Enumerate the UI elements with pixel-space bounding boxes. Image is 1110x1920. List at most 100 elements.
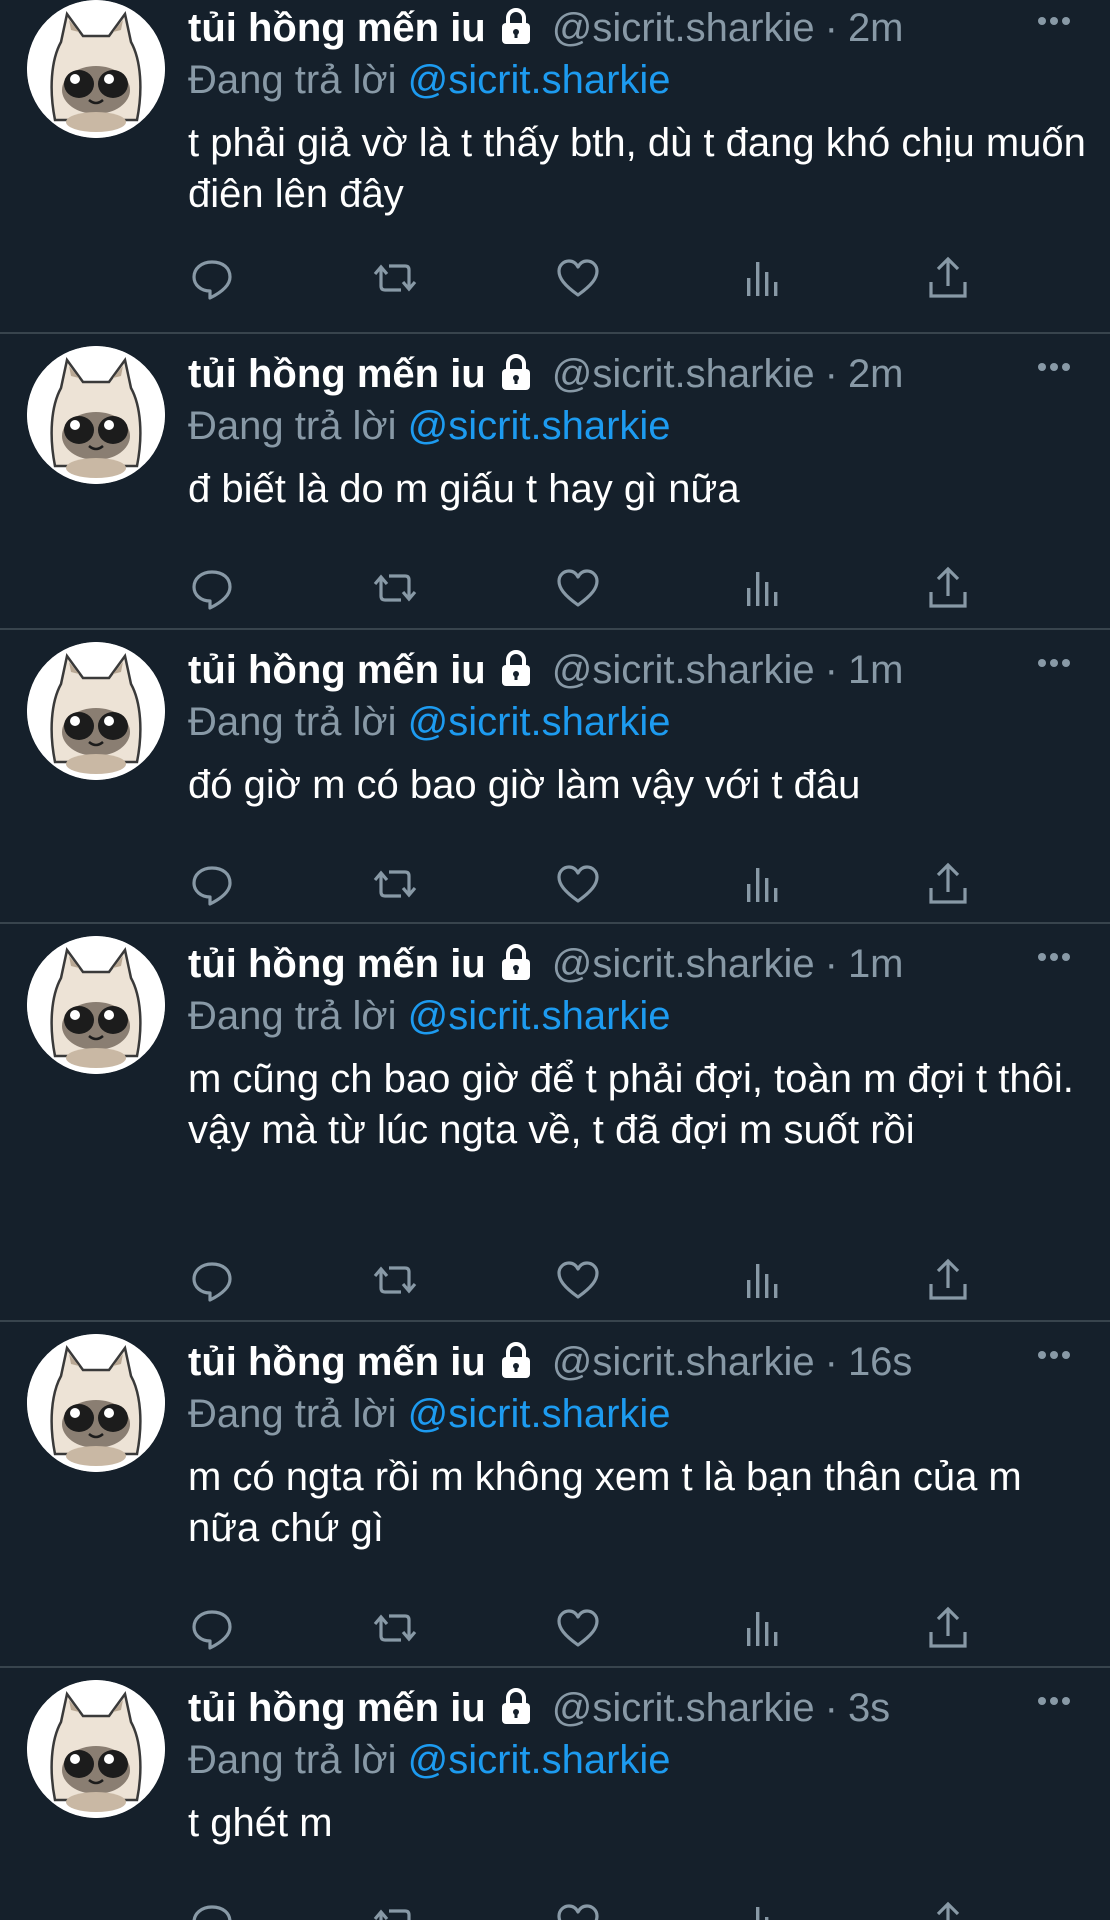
user-handle[interactable]: @sicrit.sharkie <box>552 6 815 50</box>
share-button[interactable] <box>924 1604 972 1652</box>
timestamp[interactable]: 1m <box>848 648 904 692</box>
reply-button[interactable] <box>188 1604 236 1652</box>
share-button[interactable] <box>924 1256 972 1304</box>
share-button[interactable] <box>924 1899 972 1920</box>
retweet-button[interactable] <box>371 254 419 302</box>
heart-icon <box>554 1604 602 1652</box>
reply-button[interactable] <box>188 1256 236 1304</box>
user-handle[interactable]: @sicrit.sharkie <box>552 1686 815 1730</box>
tweet-header: tủi hồng mến iu @sicrit.sharkie · 2m <box>188 2 1050 54</box>
share-button[interactable] <box>924 564 972 612</box>
lock-icon <box>496 1686 536 1726</box>
avatar[interactable] <box>27 1680 165 1818</box>
reply-thread-feed: tủi hồng mến iu @sicrit.sharkie · 2m Đang tr… <box>0 0 1110 1920</box>
user-handle[interactable]: @sicrit.sharkie <box>552 648 815 692</box>
reply-prefix: Đang trả lời <box>188 58 397 102</box>
reply-icon <box>188 564 236 612</box>
retweet-button[interactable] <box>371 1604 419 1652</box>
share-icon <box>924 1899 972 1920</box>
replying-to: Đang trả lời @sicrit.sharkie <box>188 696 671 748</box>
timestamp[interactable]: 2m <box>848 352 904 396</box>
reply-mention-link[interactable]: @sicrit.sharkie <box>408 58 671 102</box>
reply-prefix: Đang trả lời <box>188 1392 397 1436</box>
reply-mention-link[interactable]: @sicrit.sharkie <box>408 700 671 744</box>
reply-mention-link[interactable]: @sicrit.sharkie <box>408 1738 671 1782</box>
display-name[interactable]: tủi hồng mến iu <box>188 1340 486 1384</box>
more-options-button[interactable] <box>1036 1348 1072 1362</box>
more-options-button[interactable] <box>1036 360 1072 374</box>
reply-button[interactable] <box>188 860 236 908</box>
replying-to: Đang trả lời @sicrit.sharkie <box>188 1388 671 1440</box>
display-name[interactable]: tủi hồng mến iu <box>188 6 486 50</box>
display-name[interactable]: tủi hồng mến iu <box>188 1686 486 1730</box>
more-options-button[interactable] <box>1036 950 1072 964</box>
tweet-reply[interactable]: tủi hồng mến iu @sicrit.sharkie · 2m Đang tr… <box>0 0 1110 334</box>
retweet-button[interactable] <box>371 860 419 908</box>
reply-mention-link[interactable]: @sicrit.sharkie <box>408 1392 671 1436</box>
heart-icon <box>554 1256 602 1304</box>
tweet-text: đó giờ m có bao giờ làm vậy với t đâu <box>188 763 861 807</box>
tweet-reply[interactable]: tủi hồng mến iu @sicrit.sharkie · 1m Đang tr… <box>0 630 1110 924</box>
views-icon <box>739 254 787 302</box>
share-icon <box>924 1604 972 1652</box>
more-options-button[interactable] <box>1036 14 1072 28</box>
share-button[interactable] <box>924 860 972 908</box>
like-button[interactable] <box>554 564 602 612</box>
like-button[interactable] <box>554 1899 602 1920</box>
retweet-button[interactable] <box>371 564 419 612</box>
like-button[interactable] <box>554 860 602 908</box>
avatar[interactable] <box>27 346 165 484</box>
display-name[interactable]: tủi hồng mến iu <box>188 648 486 692</box>
reply-mention-link[interactable]: @sicrit.sharkie <box>408 994 671 1038</box>
avatar[interactable] <box>27 1334 165 1472</box>
timestamp[interactable]: 2m <box>848 6 904 50</box>
tweet-reply[interactable]: tủi hồng mến iu @sicrit.sharkie · 2m Đang tr… <box>0 334 1110 630</box>
share-button[interactable] <box>924 254 972 302</box>
tweet-actions <box>188 254 988 304</box>
display-name[interactable]: tủi hồng mến iu <box>188 942 486 986</box>
reply-prefix: Đang trả lời <box>188 1738 397 1782</box>
heart-icon <box>554 860 602 908</box>
lock-icon <box>496 6 536 46</box>
reply-icon <box>188 860 236 908</box>
tweet-text: m có ngta rồi m không xem t là bạn thân … <box>188 1455 1022 1550</box>
user-handle[interactable]: @sicrit.sharkie <box>552 942 815 986</box>
views-button[interactable] <box>739 860 787 908</box>
retweet-button[interactable] <box>371 1899 419 1920</box>
replying-to: Đang trả lời @sicrit.sharkie <box>188 990 671 1042</box>
views-button[interactable] <box>739 1899 787 1920</box>
timestamp[interactable]: 16s <box>848 1340 913 1384</box>
more-options-button[interactable] <box>1036 1694 1072 1708</box>
share-icon <box>924 1256 972 1304</box>
display-name[interactable]: tủi hồng mến iu <box>188 352 486 396</box>
user-handle[interactable]: @sicrit.sharkie <box>552 1340 815 1384</box>
retweet-icon <box>371 1604 419 1652</box>
like-button[interactable] <box>554 1604 602 1652</box>
views-button[interactable] <box>739 1604 787 1652</box>
tweet-reply[interactable]: tủi hồng mến iu @sicrit.sharkie · 16s Đang t… <box>0 1322 1110 1668</box>
views-button[interactable] <box>739 564 787 612</box>
avatar[interactable] <box>27 642 165 780</box>
reply-icon <box>188 1604 236 1652</box>
tweet-reply[interactable]: tủi hồng mến iu @sicrit.sharkie · 3s Đang tr… <box>0 1668 1110 1920</box>
timestamp[interactable]: 1m <box>848 942 904 986</box>
more-options-button[interactable] <box>1036 656 1072 670</box>
views-button[interactable] <box>739 1256 787 1304</box>
like-button[interactable] <box>554 254 602 302</box>
tweet-header: tủi hồng mến iu @sicrit.sharkie · 2m <box>188 348 1050 400</box>
lock-icon <box>496 352 536 392</box>
heart-icon <box>554 1899 602 1920</box>
reply-button[interactable] <box>188 254 236 302</box>
avatar[interactable] <box>27 0 165 138</box>
retweet-button[interactable] <box>371 1256 419 1304</box>
reply-button[interactable] <box>188 1899 236 1920</box>
timestamp[interactable]: 3s <box>848 1686 890 1730</box>
like-button[interactable] <box>554 1256 602 1304</box>
tweet-reply[interactable]: tủi hồng mến iu @sicrit.sharkie · 1m Đang tr… <box>0 924 1110 1322</box>
avatar[interactable] <box>27 936 165 1074</box>
cat-avatar-icon <box>27 642 165 780</box>
views-button[interactable] <box>739 254 787 302</box>
reply-mention-link[interactable]: @sicrit.sharkie <box>408 404 671 448</box>
user-handle[interactable]: @sicrit.sharkie <box>552 352 815 396</box>
reply-button[interactable] <box>188 564 236 612</box>
